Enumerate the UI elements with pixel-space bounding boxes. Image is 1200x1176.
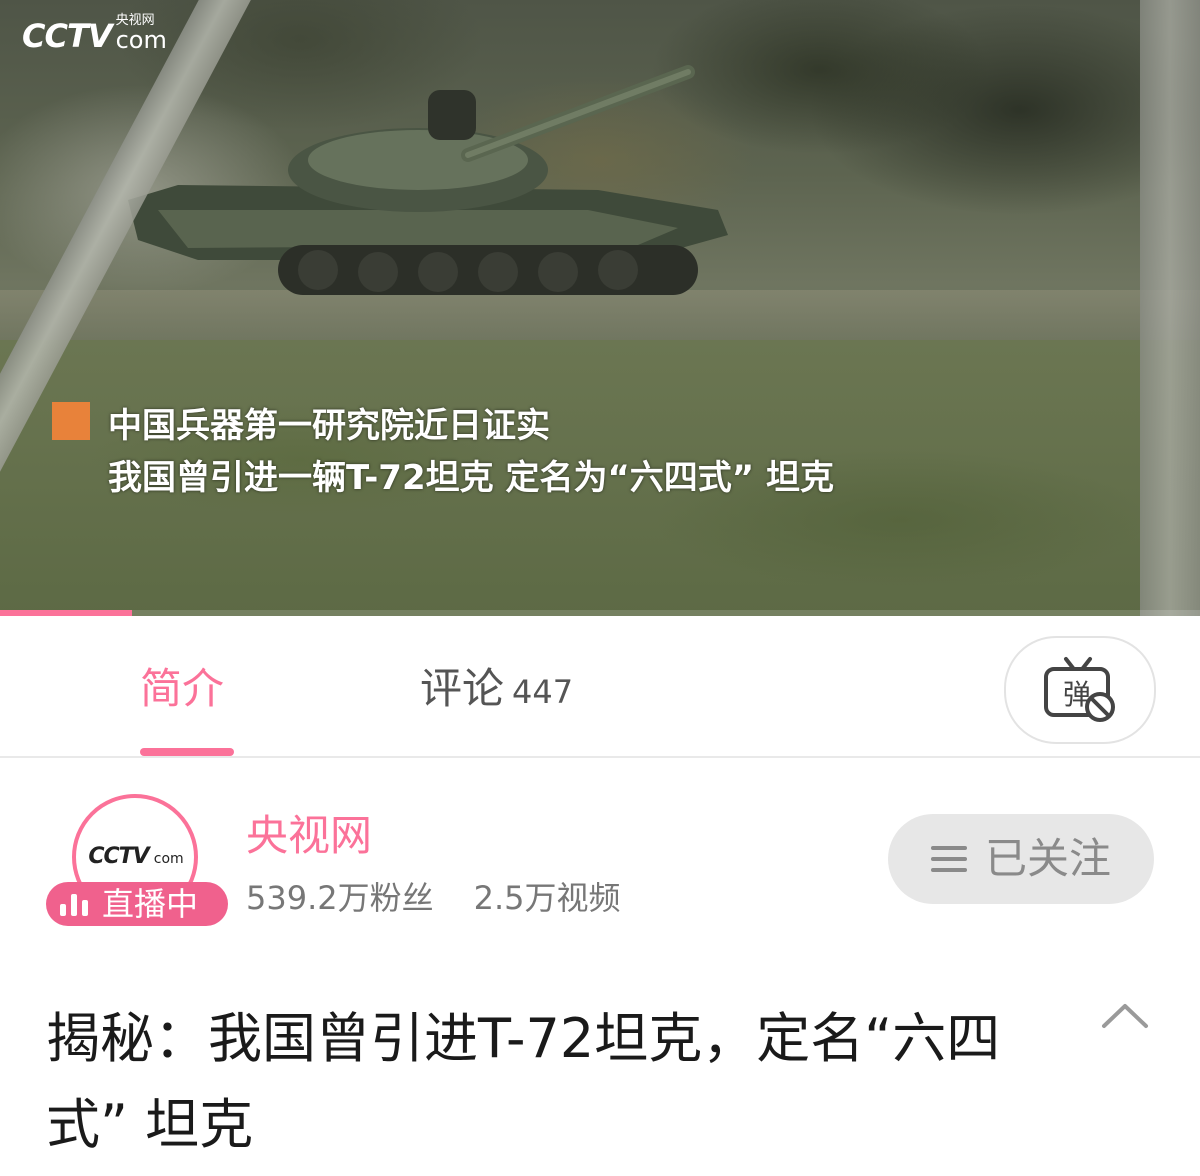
caption-line-2: 我国曾引进一辆T-72坦克 定名为“六四式” 坦克: [108, 458, 834, 498]
caption-line-1: 中国兵器第一研究院近日证实: [108, 406, 550, 446]
active-tab-indicator: [140, 748, 234, 756]
video-title: 揭秘：我国曾引进T-72坦克，定名“六四式” 坦克: [46, 1007, 1001, 1156]
comments-count: 447: [512, 673, 574, 711]
follower-count: 539.2万粉丝: [246, 879, 434, 917]
tab-bar: 简介 评论 447 弹: [0, 616, 1200, 758]
followed-button[interactable]: 已关注: [888, 814, 1154, 904]
tab-comments[interactable]: 评论 447: [420, 664, 573, 717]
tab-intro-label: 简介: [140, 664, 225, 713]
uploader-section: CCTV com 直播中 央视网 539.2万粉丝 2.5万视频 已关注: [0, 758, 1200, 978]
tab-intro[interactable]: 简介: [140, 664, 224, 714]
tab-comments-label: 评论: [420, 664, 505, 713]
foreground-post: [1140, 0, 1200, 616]
cctv-watermark: CCTV 央视网 com: [22, 14, 167, 55]
watermark-brand: CCTV: [22, 17, 113, 55]
caption-marker: [52, 402, 90, 440]
expand-toggle[interactable]: [1100, 1000, 1150, 1034]
uploader-stats: 539.2万粉丝 2.5万视频: [246, 878, 621, 918]
followed-label: 已关注: [984, 834, 1111, 883]
avatar-brand: CCTV: [88, 844, 149, 869]
avatar-domain: com: [153, 851, 184, 867]
tank-image: [128, 65, 728, 295]
uploader-name[interactable]: 央视网: [246, 810, 372, 862]
watermark-domain: com: [115, 26, 167, 54]
danmaku-toggle-button[interactable]: 弹: [1004, 636, 1156, 744]
chevron-up-icon: [1102, 1004, 1148, 1028]
live-label: 直播中: [102, 885, 199, 923]
video-player[interactable]: CCTV 央视网 com 中国兵器第一研究院近日证实 我国曾引进一辆T-72坦克…: [0, 0, 1200, 616]
live-bars-icon: [60, 892, 88, 916]
video-count: 2.5万视频: [473, 879, 621, 917]
menu-icon: [930, 846, 967, 872]
danmaku-off-icon: 弹: [1044, 657, 1115, 722]
live-badge[interactable]: 直播中: [46, 882, 228, 926]
